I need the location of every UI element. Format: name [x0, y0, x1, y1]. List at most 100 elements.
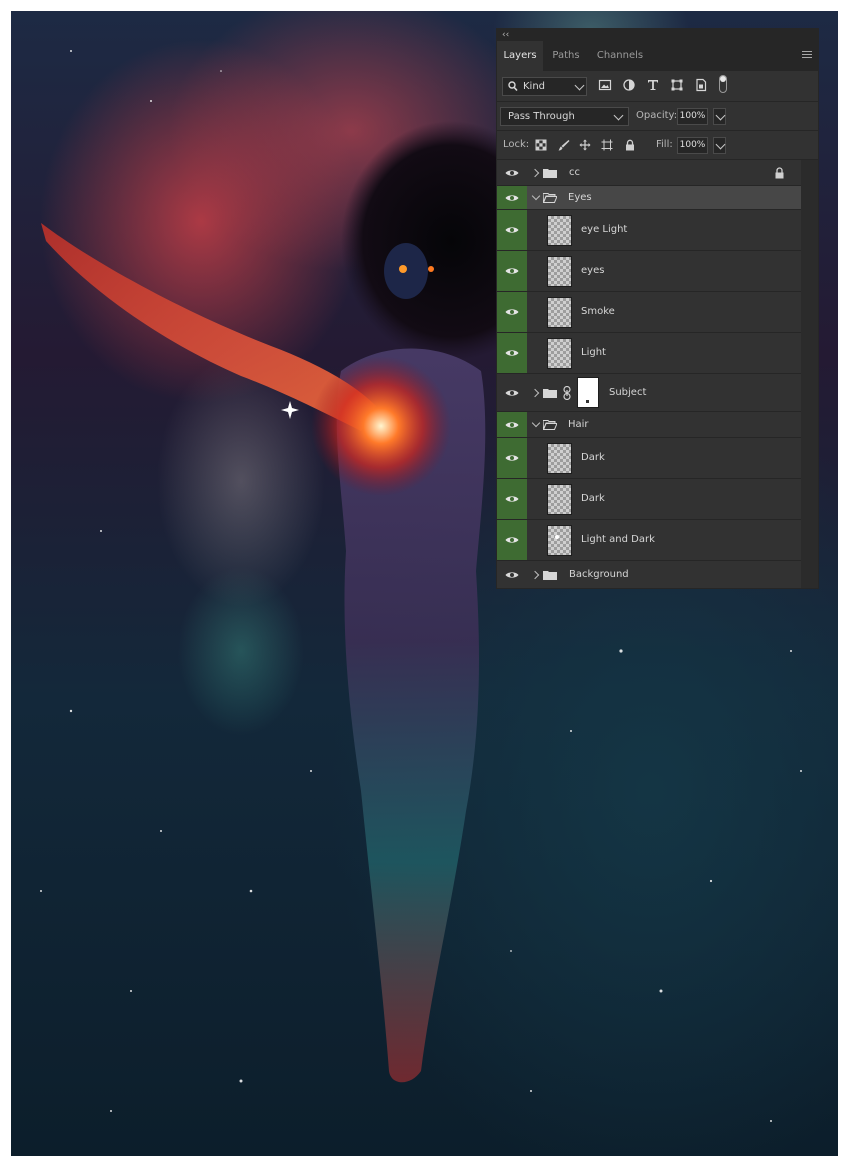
expand-chevron-icon[interactable] [530, 168, 540, 177]
opacity-input[interactable]: 100% [677, 108, 708, 125]
layer-thumbnail[interactable] [547, 484, 572, 515]
collapse-chevron-icon[interactable] [531, 418, 541, 427]
layer-row-light[interactable]: Light [497, 333, 801, 374]
visibility-toggle[interactable] [497, 333, 527, 373]
layer-thumbnail[interactable] [547, 256, 572, 287]
visibility-toggle[interactable] [497, 160, 527, 185]
layer-name: Smoke [581, 306, 615, 317]
lock-image-pixels-icon[interactable] [558, 139, 570, 151]
lock-transparent-pixels-icon[interactable] [535, 139, 547, 151]
panel-tabs: Layers Paths Channels [497, 41, 818, 71]
visibility-toggle[interactable] [497, 374, 527, 411]
visibility-toggle[interactable] [497, 438, 527, 478]
tab-paths[interactable]: Paths [545, 41, 587, 71]
layer-thumbnail[interactable] [547, 338, 572, 369]
type-filter-icon[interactable] [646, 78, 660, 92]
lock-artboard-icon[interactable] [601, 139, 613, 151]
layer-row-eye-light[interactable]: eye Light [497, 210, 801, 251]
chevron-down-icon [715, 110, 726, 121]
layer-name: eye Light [581, 224, 628, 235]
smart-object-filter-icon[interactable] [694, 78, 708, 92]
layer-row-hair-group[interactable]: Hair [497, 412, 801, 438]
visibility-toggle[interactable] [497, 479, 527, 519]
layer-row-cc[interactable]: cc [497, 160, 801, 186]
layer-thumbnail[interactable] [547, 443, 572, 474]
padlock-icon [775, 166, 784, 178]
visibility-toggle[interactable] [497, 412, 527, 437]
eye-icon [505, 389, 519, 396]
search-icon [508, 81, 518, 92]
fill-input[interactable]: 100% [677, 137, 708, 154]
layers-scrollbar[interactable] [801, 160, 818, 588]
expand-chevron-icon[interactable] [530, 388, 540, 397]
layer-thumbnail[interactable] [547, 215, 572, 246]
open-folder-icon [543, 419, 557, 430]
eye-icon [505, 571, 519, 578]
layer-name: cc [569, 166, 580, 178]
folder-icon [543, 168, 557, 178]
visibility-toggle[interactable] [497, 520, 527, 560]
kind-filter-select[interactable]: Kind [502, 77, 587, 96]
opacity-dropdown-button[interactable] [713, 108, 726, 125]
layer-row-eyes[interactable]: eyes [497, 251, 801, 292]
eye-icon [505, 537, 519, 543]
filter-row: Kind [497, 71, 818, 101]
visibility-toggle[interactable] [497, 186, 527, 209]
visibility-toggle[interactable] [497, 561, 527, 588]
layer-thumbnail[interactable] [547, 297, 572, 328]
layer-name: eyes [581, 265, 605, 276]
layer-thumbnail[interactable] [547, 525, 572, 556]
folder-icon [543, 570, 557, 580]
layer-name: Background [569, 568, 629, 580]
tab-layers[interactable]: Layers [497, 41, 543, 71]
filter-toggle-switch[interactable] [719, 75, 727, 93]
opacity-label: Opacity: [636, 110, 678, 121]
layer-row-background[interactable]: Background [497, 561, 801, 588]
eye-icon [505, 194, 519, 201]
collapse-chevron-icon[interactable] [531, 191, 541, 200]
layer-name: Light and Dark [581, 534, 655, 545]
panel-menu-icon[interactable] [802, 51, 812, 60]
lock-row: Lock: Fill: 100% [497, 131, 818, 159]
eye-icon [505, 421, 519, 428]
layers-panel: ‹‹ Layers Paths Channels Kind Pass Throu… [497, 29, 818, 588]
blend-mode-select[interactable]: Pass Through [500, 107, 629, 126]
image-filter-icon[interactable] [598, 78, 612, 92]
eye-icon [505, 227, 519, 233]
panel-collapse-bar[interactable]: ‹‹ [497, 29, 818, 41]
eye-icon [505, 309, 519, 315]
layer-row-dark-2[interactable]: Dark [497, 479, 801, 520]
chevron-down-icon [574, 80, 585, 91]
blend-row: Pass Through Opacity: 100% [497, 102, 818, 130]
layer-row-light-and-dark[interactable]: Light and Dark [497, 520, 801, 561]
lock-label: Lock: [503, 139, 530, 150]
layer-mask-thumbnail[interactable] [577, 377, 599, 408]
link-chain-icon[interactable] [563, 385, 571, 400]
lock-position-icon[interactable] [579, 139, 591, 151]
layer-name: Light [581, 347, 606, 358]
fill-dropdown-button[interactable] [713, 137, 726, 154]
layer-row-subject[interactable]: Subject [497, 374, 801, 412]
layer-row-dark-1[interactable]: Dark [497, 438, 801, 479]
folder-icon [543, 388, 557, 398]
layer-name: Subject [609, 386, 647, 398]
layer-name: Dark [581, 493, 605, 504]
lock-all-icon[interactable] [624, 139, 636, 151]
blend-mode-value: Pass Through [508, 111, 575, 122]
eye-icon [505, 268, 519, 274]
adjustment-filter-icon[interactable] [622, 78, 636, 92]
expand-chevron-icon[interactable] [530, 570, 540, 579]
chevron-down-icon [613, 110, 624, 121]
eye-icon [505, 350, 519, 356]
tab-channels[interactable]: Channels [591, 41, 649, 71]
kind-filter-label: Kind [523, 81, 546, 92]
layer-row-eyes-group[interactable]: Eyes [497, 186, 801, 210]
visibility-toggle[interactable] [497, 292, 527, 332]
chevron-down-icon [715, 139, 726, 150]
eye-icon [505, 496, 519, 502]
visibility-toggle[interactable] [497, 251, 527, 291]
visibility-toggle[interactable] [497, 210, 527, 250]
shape-filter-icon[interactable] [670, 78, 684, 92]
layer-row-smoke[interactable]: Smoke [497, 292, 801, 333]
collapse-icon[interactable]: ‹‹ [502, 29, 509, 41]
